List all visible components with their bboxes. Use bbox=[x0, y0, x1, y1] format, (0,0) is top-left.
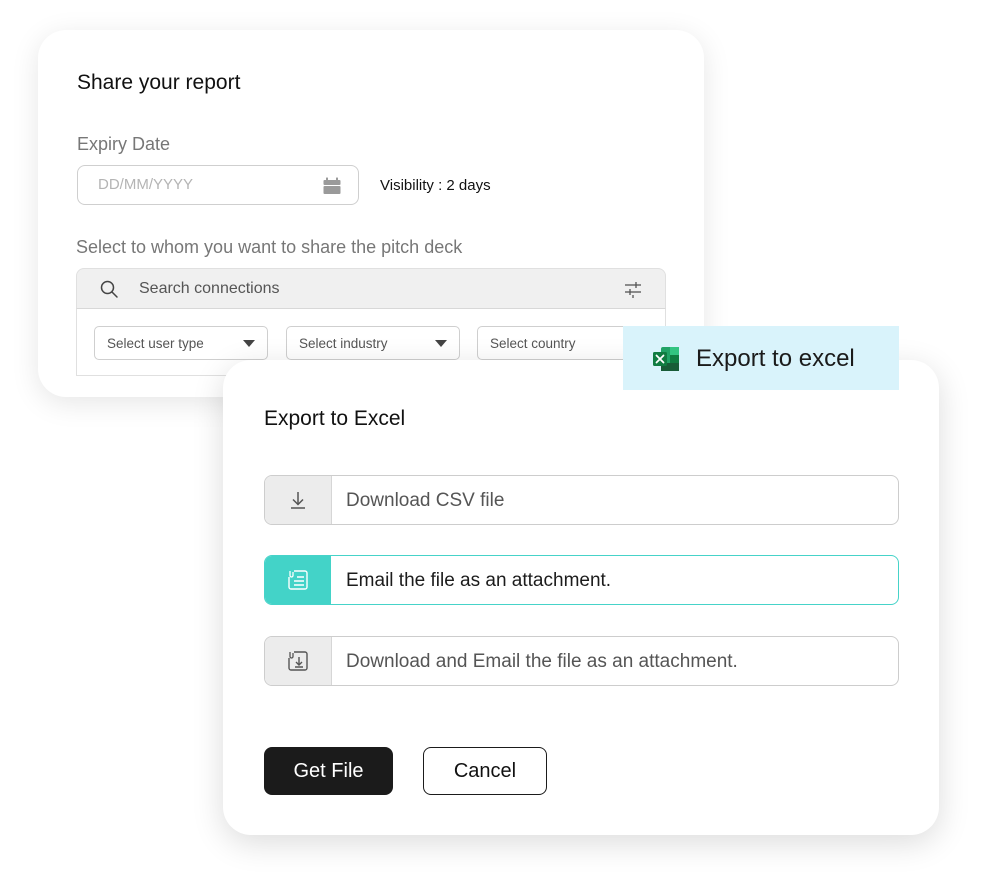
option-icon-box bbox=[265, 637, 332, 685]
option-label: Download CSV file bbox=[346, 490, 505, 511]
select-user-type[interactable]: Select user type bbox=[94, 326, 268, 360]
email-attachment-icon bbox=[288, 570, 308, 590]
download-icon bbox=[291, 492, 305, 509]
option-icon-box bbox=[265, 476, 332, 524]
option-label: Download and Email the file as an attach… bbox=[346, 651, 738, 672]
expiry-date-field[interactable] bbox=[77, 165, 359, 205]
visibility-text: Visibility : 2 days bbox=[380, 177, 491, 194]
select-industry-label: Select industry bbox=[299, 336, 388, 351]
caret-down-icon bbox=[243, 340, 255, 347]
option-icon-box bbox=[265, 556, 331, 604]
filter-sliders-icon[interactable] bbox=[623, 279, 643, 299]
export-to-excel-label: Export to excel bbox=[696, 345, 855, 372]
expiry-date-input[interactable] bbox=[96, 175, 310, 194]
cancel-button[interactable]: Cancel bbox=[423, 747, 547, 795]
export-to-excel-badge[interactable]: Export to excel bbox=[623, 326, 899, 390]
search-connections-input[interactable] bbox=[137, 279, 561, 299]
share-title: Share your report bbox=[77, 71, 241, 94]
search-icon bbox=[100, 280, 118, 298]
select-user-type-label: Select user type bbox=[107, 336, 204, 351]
download-attachment-icon bbox=[288, 651, 308, 671]
share-prompt: Select to whom you want to share the pit… bbox=[76, 237, 463, 257]
excel-icon bbox=[653, 347, 679, 371]
modal-title: Export to Excel bbox=[264, 407, 406, 430]
caret-down-icon bbox=[435, 340, 447, 347]
export-to-excel-modal: Export to Excel Download CSV file Email … bbox=[223, 360, 939, 835]
get-file-button[interactable]: Get File bbox=[264, 747, 393, 795]
select-country-label: Select country bbox=[490, 336, 576, 351]
option-label: Email the file as an attachment. bbox=[346, 570, 612, 591]
search-bar bbox=[76, 268, 666, 308]
select-industry[interactable]: Select industry bbox=[286, 326, 460, 360]
option-download-and-email[interactable]: Download and Email the file as an attach… bbox=[264, 636, 899, 686]
share-report-card: Share your report Expiry Date Visibility… bbox=[38, 30, 704, 397]
option-email-attachment[interactable]: Email the file as an attachment. bbox=[264, 555, 899, 605]
expiry-date-label: Expiry Date bbox=[77, 134, 171, 154]
calendar-icon[interactable] bbox=[322, 176, 342, 196]
option-download-csv[interactable]: Download CSV file bbox=[264, 475, 899, 525]
